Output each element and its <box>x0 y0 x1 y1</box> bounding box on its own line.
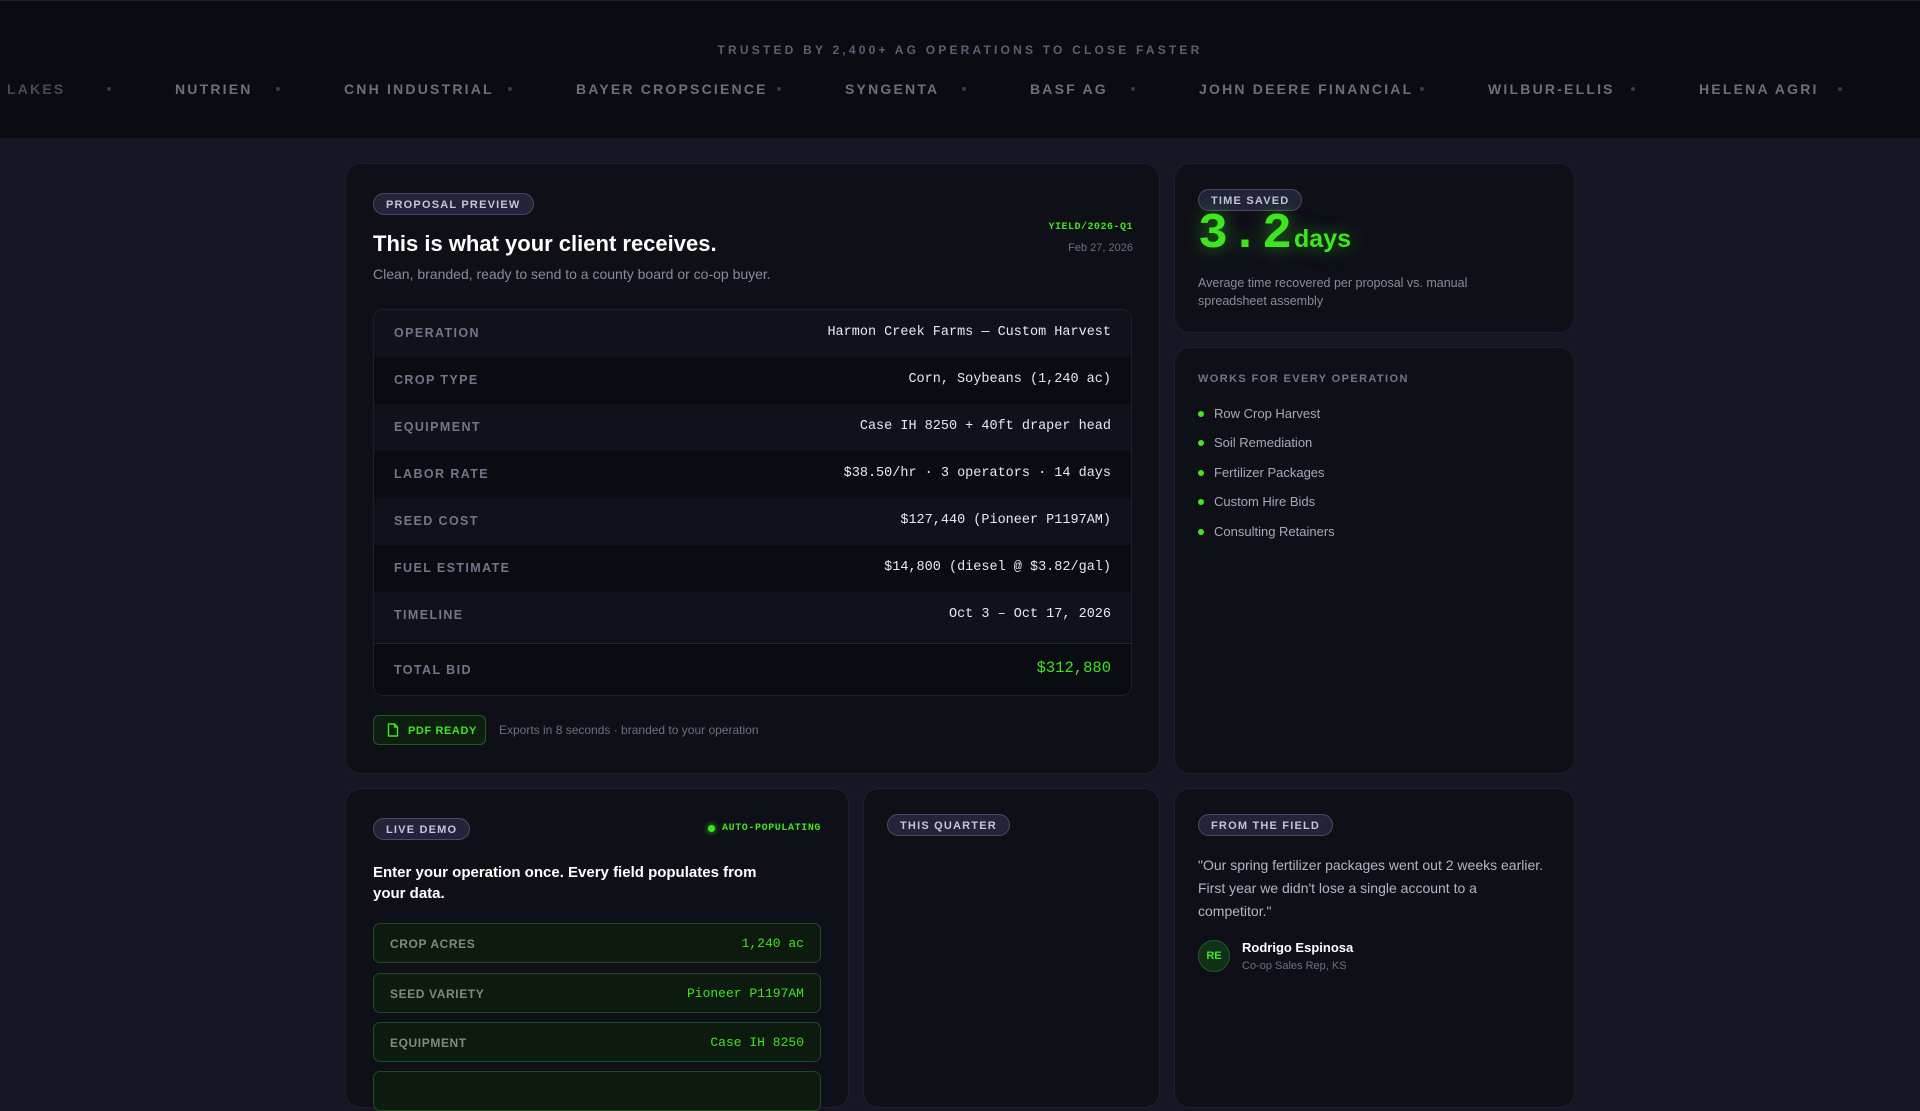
logo-separator <box>962 87 966 91</box>
auto-populating-status: AUTO-POPULATING <box>722 823 822 834</box>
table-row: OPERATION Harmon Creek Farms — Custom Ha… <box>374 310 1131 357</box>
pdf-note: Exports in 8 seconds · branded to your o… <box>499 723 759 737</box>
pdf-ready-label: PDF READY <box>408 725 477 737</box>
testimonial-name: Rodrigo Espinosa <box>1242 940 1354 955</box>
bullet-icon <box>1198 470 1204 476</box>
row-label: LABOR RATE <box>394 467 490 481</box>
partner-logo: JOHN DEERE FINANCIAL <box>1199 81 1414 97</box>
field-value: Pioneer P1197AM <box>686 986 804 1001</box>
table-row: SEED COST $127,440 (Pioneer P1197AM) <box>374 498 1131 545</box>
field-value: 1,240 ac <box>741 936 804 951</box>
pdf-ready-button[interactable]: PDF READY <box>373 715 486 745</box>
this-quarter-badge: THIS QUARTER <box>887 814 1010 836</box>
demo-field-equipment[interactable]: EQUIPMENT Case IH 8250 <box>373 1022 821 1062</box>
live-demo-heading: Enter your operation once. Every field p… <box>373 864 757 902</box>
logo-separator <box>777 87 781 91</box>
trust-tagline: TRUSTED BY 2,400+ AG OPERATIONS TO CLOSE… <box>717 43 1203 57</box>
partner-logo: BAYER CROPSCIENCE <box>576 81 768 97</box>
row-value: Case IH 8250 + 40ft draper head <box>859 419 1111 434</box>
time-saved-value: 3.2 <box>1198 206 1295 263</box>
logo-separator <box>508 87 512 91</box>
proposal-subtitle: Clean, branded, ready to send to a count… <box>373 266 771 282</box>
proposal-table: OPERATION Harmon Creek Farms — Custom Ha… <box>373 309 1132 696</box>
partner-logo: WILBUR-ELLIS <box>1488 81 1615 97</box>
proposal-title: This is what your client receives. <box>373 231 717 256</box>
demo-field-crop-acres[interactable]: CROP ACRES 1,240 ac <box>373 923 821 963</box>
bullet-icon <box>1198 529 1204 535</box>
list-item: Fertilizer Packages <box>1214 465 1325 480</box>
demo-field-seed-variety[interactable]: SEED VARIETY Pioneer P1197AM <box>373 973 821 1013</box>
proposal-date: Feb 27, 2026 <box>1068 242 1133 254</box>
row-value: $38.50/hr · 3 operators · 14 days <box>843 466 1111 481</box>
total-row: TOTAL BID $312,880 <box>374 643 1131 695</box>
row-value: Oct 3 – Oct 17, 2026 <box>948 607 1111 622</box>
trust-bar: TRUSTED BY 2,400+ AG OPERATIONS TO CLOSE… <box>0 0 1920 138</box>
row-value: $14,800 (diesel @ $3.82/gal) <box>884 560 1111 575</box>
partner-logo: SYNGENTA <box>845 81 940 97</box>
proposal-ref-code: YIELD/2026-Q1 <box>1048 222 1133 233</box>
live-demo-badge: LIVE DEMO <box>373 818 471 840</box>
avatar: RE <box>1198 940 1230 972</box>
row-label: CROP TYPE <box>394 373 479 387</box>
bullet-icon <box>1198 440 1204 446</box>
testimonial-badge: FROM THE FIELD <box>1198 814 1334 836</box>
total-label: TOTAL BID <box>394 663 472 677</box>
table-row: LABOR RATE $38.50/hr · 3 operators · 14 … <box>374 451 1131 498</box>
testimonial-role: Co-op Sales Rep, KS <box>1242 960 1347 972</box>
field-label: SEED VARIETY <box>390 987 485 1001</box>
bullet-icon <box>1198 499 1204 505</box>
table-row: TIMELINE Oct 3 – Oct 17, 2026 <box>374 592 1131 639</box>
partner-logo: BASF AG <box>1030 81 1108 97</box>
document-icon <box>387 723 399 742</box>
list-item: Row Crop Harvest <box>1214 406 1321 421</box>
list-item: Custom Hire Bids <box>1214 494 1316 509</box>
logo-separator <box>1131 87 1135 91</box>
time-saved-metric: 3.2days <box>1198 206 1351 263</box>
logo-separator <box>107 87 111 91</box>
proposal-preview-badge: PROPOSAL PREVIEW <box>373 193 534 215</box>
row-label: OPERATION <box>394 326 480 340</box>
partner-logo: CNH INDUSTRIAL <box>344 81 494 97</box>
logo-separator <box>1631 87 1635 91</box>
logo-separator <box>1838 87 1842 91</box>
time-saved-description: Average time recovered per proposal vs. … <box>1198 276 1468 308</box>
list-item: Consulting Retainers <box>1214 524 1335 539</box>
field-label: EQUIPMENT <box>390 1036 467 1050</box>
testimonial-quote: "Our spring fertilizer packages went out… <box>1198 857 1544 919</box>
works-for-heading: WORKS FOR EVERY OPERATION <box>1198 373 1409 385</box>
logo-separator <box>276 87 280 91</box>
field-label: CROP ACRES <box>390 937 476 951</box>
field-value: Case IH 8250 <box>710 1035 804 1050</box>
row-value: Harmon Creek Farms — Custom Harvest <box>827 325 1111 340</box>
row-label: FUEL ESTIMATE <box>394 561 511 575</box>
table-row: FUEL ESTIMATE $14,800 (diesel @ $3.82/ga… <box>374 545 1131 592</box>
logo-separator <box>1420 87 1424 91</box>
row-value: $127,440 (Pioneer P1197AM) <box>900 513 1111 528</box>
partner-logo: HELENA AGRI <box>1699 81 1819 97</box>
total-value: $312,880 <box>1036 659 1111 677</box>
demo-field-partial[interactable] <box>373 1071 821 1111</box>
row-label: EQUIPMENT <box>394 420 481 434</box>
partner-logo: NUTRIEN <box>175 81 253 97</box>
list-item: Soil Remediation <box>1214 435 1313 450</box>
row-label: SEED COST <box>394 514 479 528</box>
status-dot-icon <box>708 825 715 832</box>
row-label: TIMELINE <box>394 608 464 622</box>
row-value: Corn, Soybeans (1,240 ac) <box>908 372 1111 387</box>
partner-logo: LAKES <box>7 81 66 97</box>
table-row: CROP TYPE Corn, Soybeans (1,240 ac) <box>374 357 1131 404</box>
bullet-icon <box>1198 411 1204 417</box>
time-saved-unit: days <box>1294 225 1351 253</box>
table-row: EQUIPMENT Case IH 8250 + 40ft draper hea… <box>374 404 1131 451</box>
